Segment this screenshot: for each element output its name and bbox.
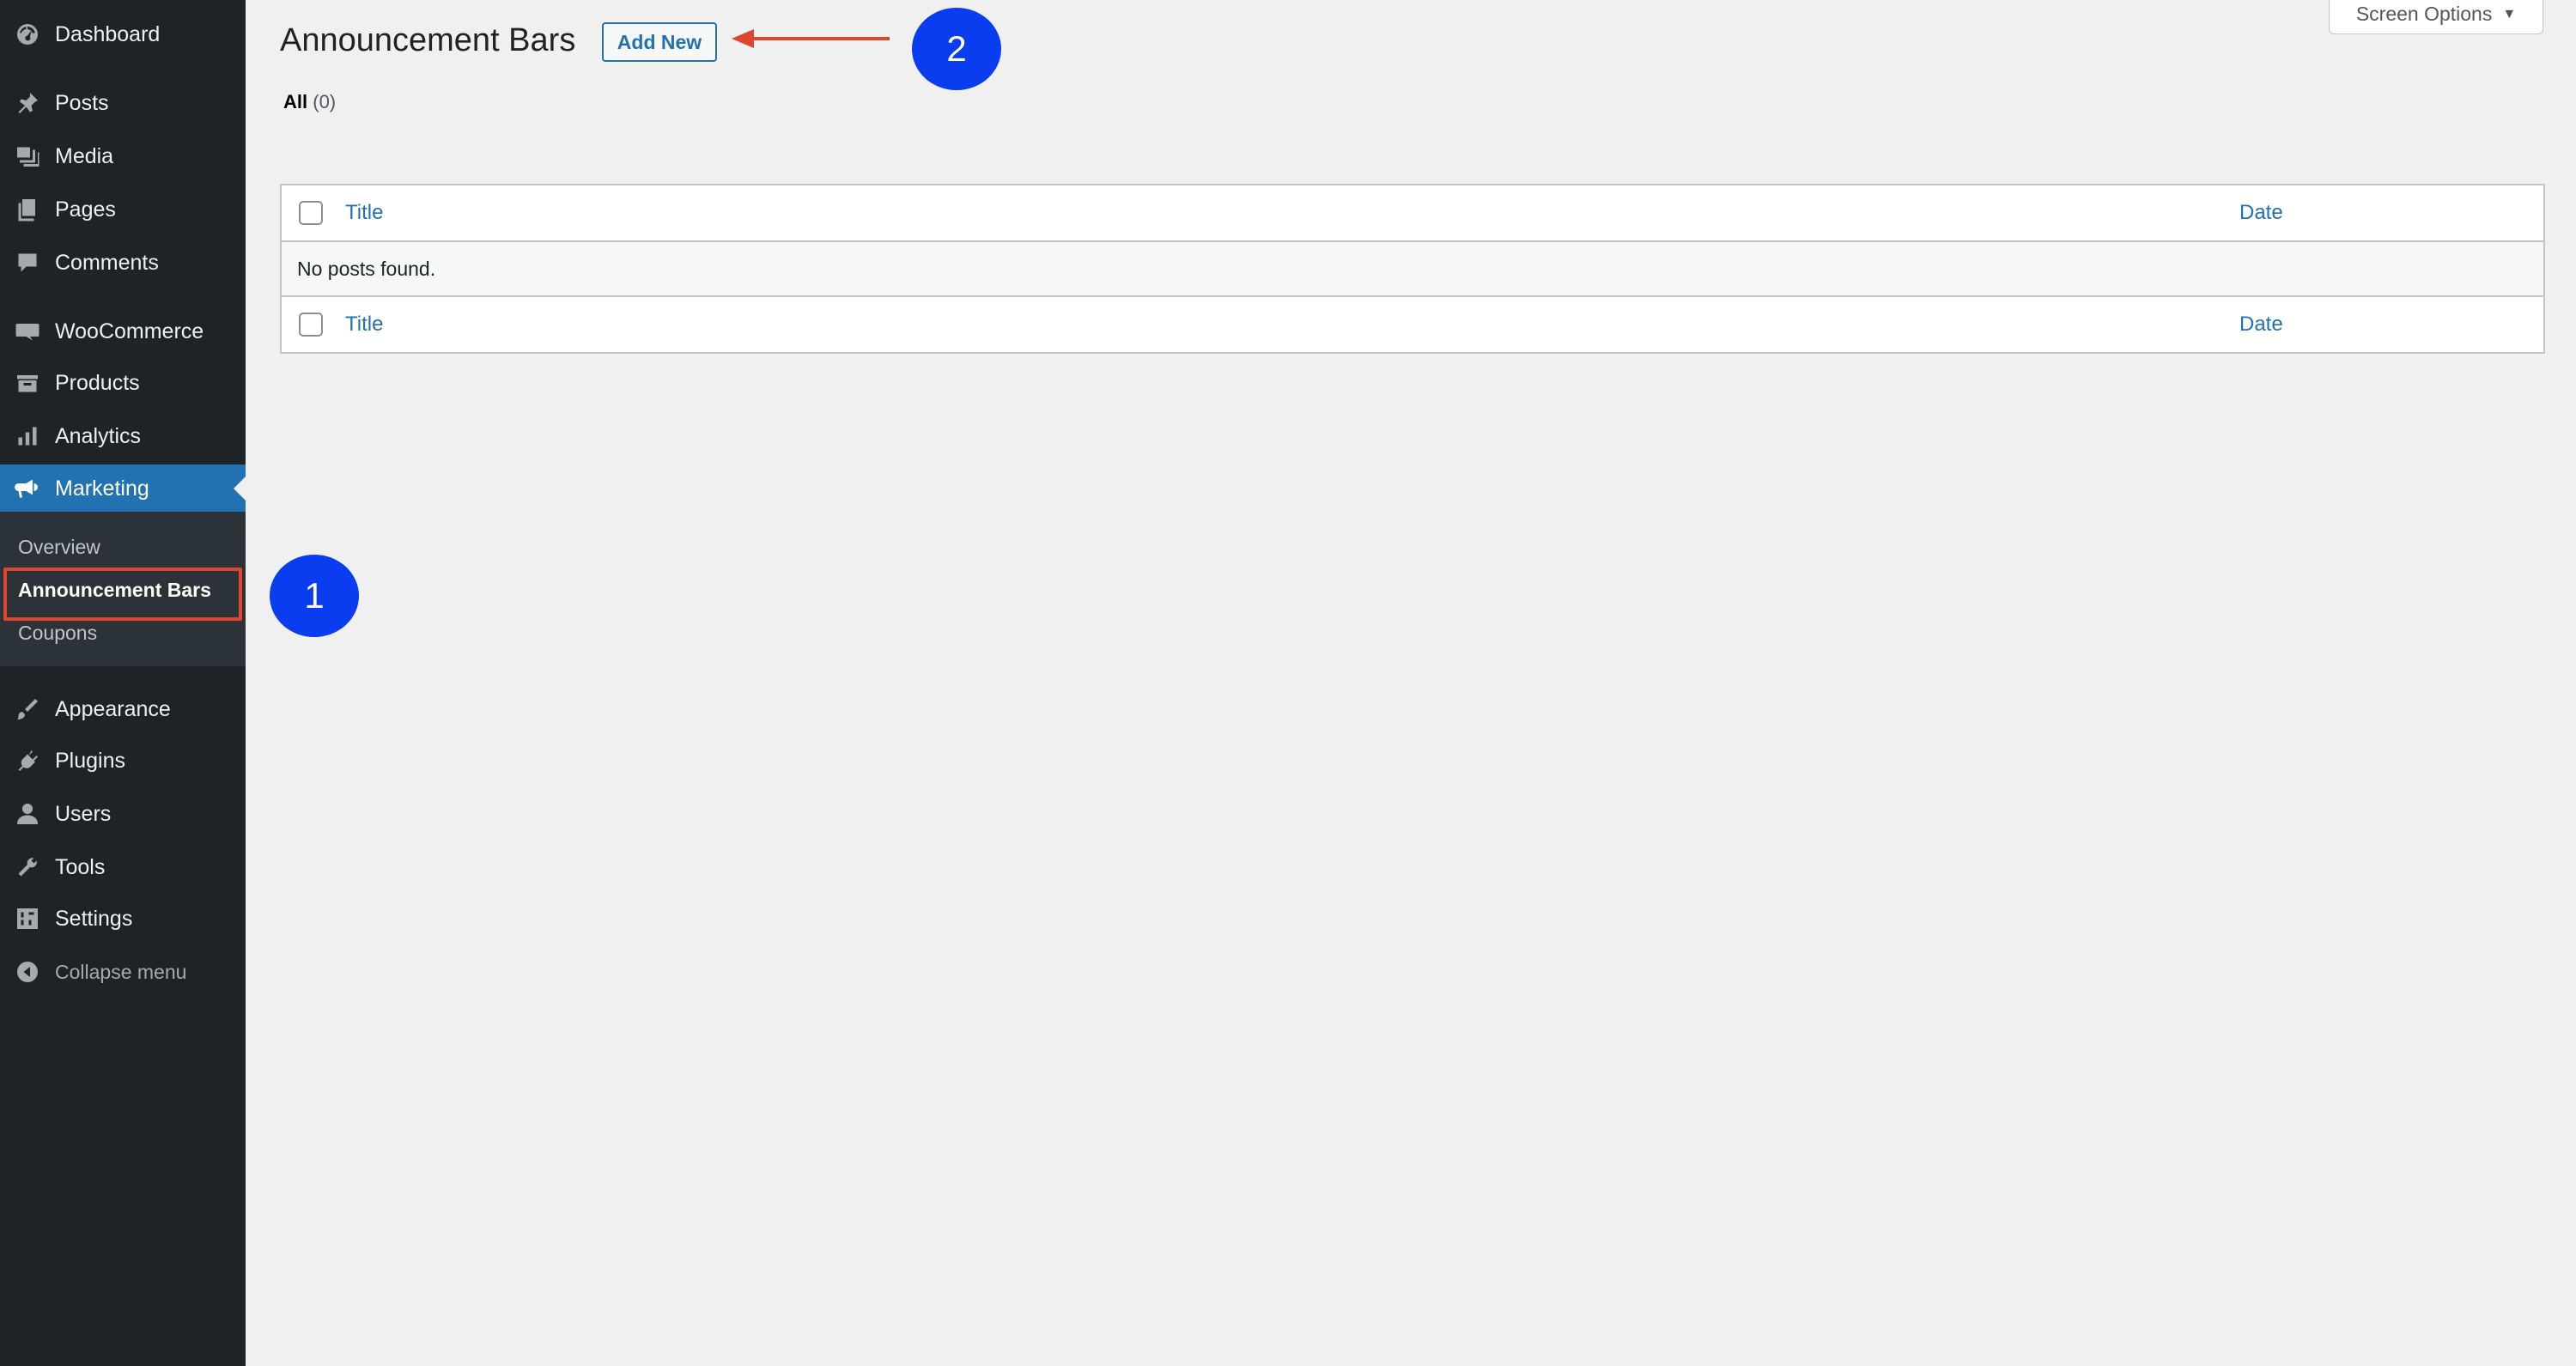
sidebar-item-label: Marketing <box>55 476 149 501</box>
collapse-menu-button[interactable]: Collapse menu <box>0 948 246 996</box>
screen-options-button[interactable]: Screen Options ▼ <box>2329 0 2543 34</box>
sidebar-item-products[interactable]: Products <box>0 359 246 407</box>
sidebar-item-label: Dashboard <box>55 21 161 46</box>
comment-icon <box>14 249 41 276</box>
collapse-icon <box>14 958 41 986</box>
step-marker-1: 1 <box>270 555 359 637</box>
sidebar-item-label: Analytics <box>55 423 142 448</box>
megaphone-icon <box>14 475 41 502</box>
column-date-sort[interactable]: Date <box>2239 201 2283 225</box>
annotation-arrow <box>732 29 890 48</box>
table-row: No posts found. <box>282 242 2543 297</box>
sidebar-item-label: Pages <box>55 197 116 222</box>
sidebar-item-label: Media <box>55 143 114 168</box>
admin-sidebar: Dashboard Posts Media Pages Comments Woo… <box>0 0 246 1366</box>
sidebar-item-analytics[interactable]: Analytics <box>0 412 246 460</box>
user-icon <box>14 800 41 828</box>
sidebar-item-comments[interactable]: Comments <box>0 239 246 287</box>
screen-options-label: Screen Options <box>2355 3 2493 25</box>
sidebar-item-posts[interactable]: Posts <box>0 79 246 127</box>
sidebar-item-appearance[interactable]: Appearance <box>0 685 246 733</box>
submenu-label: Overview <box>18 535 100 558</box>
filter-all-link[interactable]: All <box>283 91 307 112</box>
submenu-label: Coupons <box>18 621 98 644</box>
select-all-checkbox[interactable] <box>299 201 323 225</box>
settings-icon <box>14 905 41 932</box>
sidebar-item-label: Posts <box>55 90 109 115</box>
pages-icon <box>14 196 41 223</box>
filter-all-count: (0) <box>313 91 337 112</box>
media-icon <box>14 143 41 170</box>
sidebar-item-tools[interactable]: Tools <box>0 843 246 891</box>
no-posts-message: No posts found. <box>297 257 436 280</box>
status-filter: All (0) <box>283 91 336 113</box>
submenu-item-overview[interactable]: Overview <box>0 527 246 567</box>
sidebar-item-media[interactable]: Media <box>0 132 246 180</box>
step-marker-2: 2 <box>912 8 1001 90</box>
sidebar-item-label: Plugins <box>55 748 125 773</box>
posts-table: Title Date No posts found. Title Date <box>280 184 2545 354</box>
sidebar-item-label: WooCommerce <box>55 319 204 343</box>
dashboard-icon <box>14 21 41 48</box>
sidebar-item-plugins[interactable]: Plugins <box>0 737 246 785</box>
column-date-sort-footer[interactable]: Date <box>2239 313 2283 337</box>
sidebar-item-settings[interactable]: Settings <box>0 895 246 943</box>
sidebar-item-woocommerce[interactable]: WooCommerce <box>0 307 246 355</box>
current-menu-pointer <box>234 477 246 501</box>
wrench-icon <box>14 853 41 881</box>
sidebar-item-marketing[interactable]: Marketing <box>0 464 246 513</box>
highlight-box <box>3 568 242 621</box>
column-title-sort[interactable]: Title <box>345 201 383 225</box>
caret-down-icon: ▼ <box>2502 6 2517 21</box>
sidebar-item-users[interactable]: Users <box>0 790 246 838</box>
column-title-sort-footer[interactable]: Title <box>345 313 383 337</box>
sidebar-item-label: Tools <box>55 854 106 879</box>
woocommerce-icon <box>14 318 41 345</box>
collapse-menu-label: Collapse menu <box>55 960 187 983</box>
sidebar-item-label: Products <box>55 370 140 395</box>
pin-icon <box>14 89 41 117</box>
sidebar-item-label: Settings <box>55 906 133 931</box>
products-icon <box>14 369 41 397</box>
table-footer-row: Title Date <box>282 297 2543 352</box>
brush-icon <box>14 695 41 723</box>
sidebar-item-pages[interactable]: Pages <box>0 185 246 234</box>
analytics-icon <box>14 422 41 450</box>
sidebar-item-dashboard[interactable]: Dashboard <box>0 10 246 58</box>
table-header-row: Title Date <box>282 185 2543 242</box>
plugin-icon <box>14 747 41 774</box>
sidebar-item-label: Users <box>55 801 112 826</box>
page-title: Announcement Bars <box>280 22 576 58</box>
select-all-checkbox-footer[interactable] <box>299 313 323 337</box>
sidebar-item-label: Appearance <box>55 696 171 721</box>
sidebar-item-label: Comments <box>55 250 159 275</box>
add-new-button[interactable]: Add New <box>602 22 717 62</box>
